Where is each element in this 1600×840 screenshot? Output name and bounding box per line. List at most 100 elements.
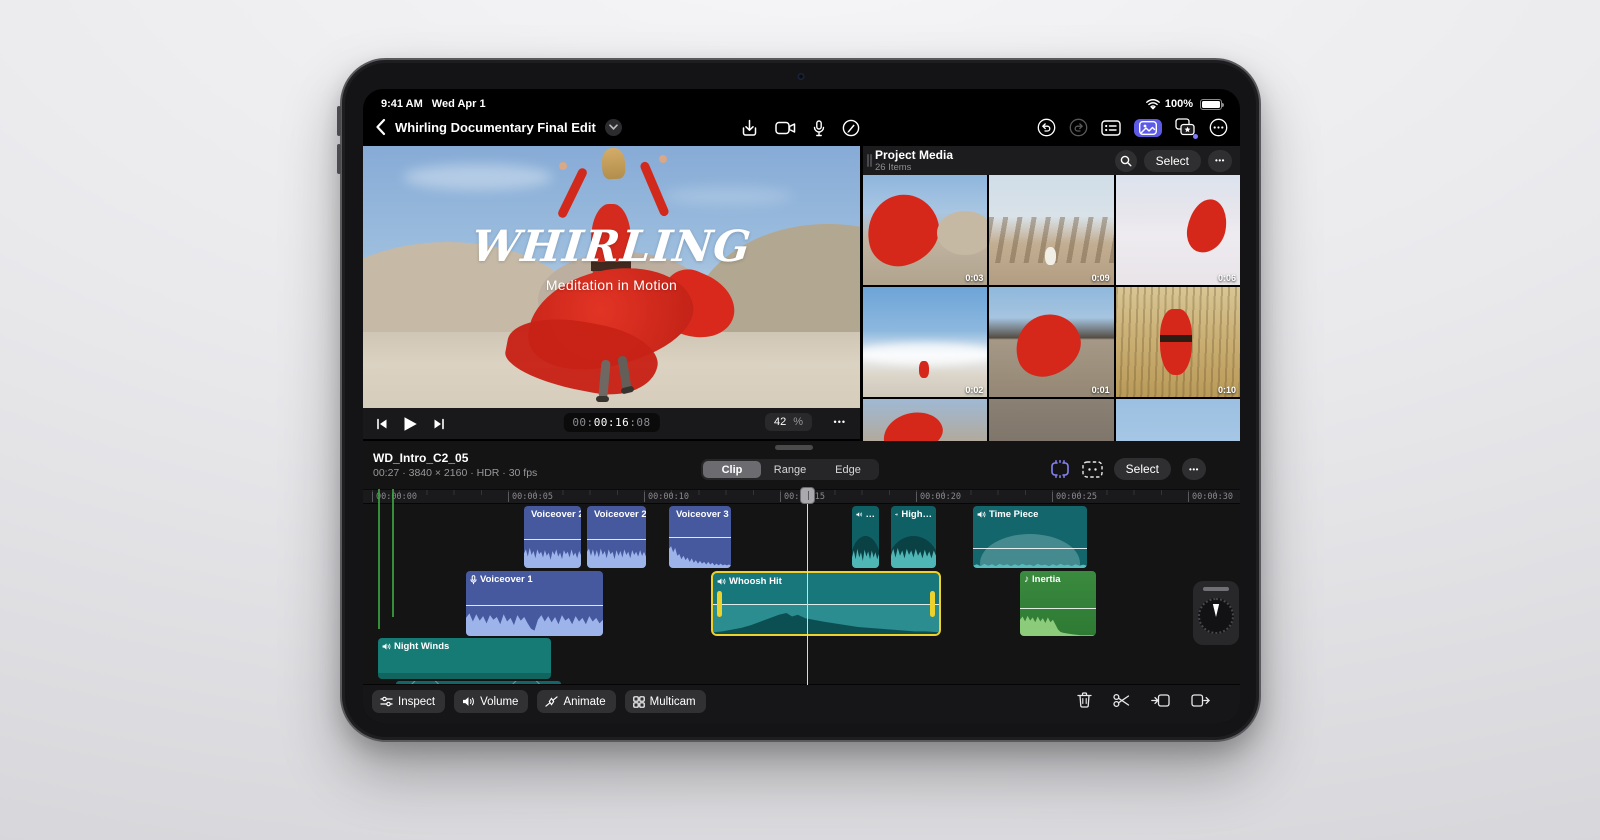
timeline-clip-voiceover2[interactable]: Voiceover 2 — [524, 506, 581, 568]
panel-grabber[interactable] — [867, 154, 869, 167]
timeline-clip-time-piece[interactable]: Time Piece — [973, 506, 1087, 568]
volume-button[interactable]: Volume — [454, 690, 528, 713]
viewer-more-icon[interactable]: ••• — [834, 417, 846, 427]
timeline-clip-name: WD_Intro_C2_05 — [373, 451, 537, 465]
video-title-overlay: WHIRLING — [363, 222, 860, 272]
timeline-clip-inertia[interactable]: ♪Inertia — [1020, 571, 1096, 636]
import-icon[interactable] — [741, 119, 758, 137]
jog-pointer — [1212, 604, 1221, 617]
media-thumbnail[interactable]: 0:06 — [1116, 175, 1240, 285]
browser-list-icon[interactable] — [1101, 120, 1121, 136]
back-chevron-icon[interactable] — [375, 118, 386, 136]
zoom-value: 42 — [774, 416, 786, 428]
media-select-button[interactable]: Select — [1144, 150, 1201, 172]
microphone-icon[interactable] — [813, 120, 825, 137]
media-thumbnail[interactable] — [1116, 399, 1240, 441]
bottom-toolbar: Inspect Volume Animate Multicam — [363, 684, 1240, 723]
audio-icon — [382, 642, 391, 651]
timeline-select-button[interactable]: Select — [1114, 458, 1171, 480]
scissors-icon[interactable] — [1113, 693, 1130, 708]
redo-icon[interactable] — [1069, 118, 1088, 137]
timecode-hours: 00: — [572, 416, 593, 429]
wifi-icon — [1146, 99, 1160, 110]
multicam-button[interactable]: Multicam — [625, 690, 706, 713]
battery-icon — [1200, 99, 1222, 110]
front-camera — [797, 73, 804, 80]
keyframe-icon — [545, 696, 558, 707]
title-chevron-down-icon[interactable] — [605, 119, 622, 136]
timeline-clip-voiceover2[interactable]: Voiceover 2 — [587, 506, 646, 568]
jog-dial[interactable] — [1198, 598, 1234, 634]
timeline-clip-voiceover1[interactable]: Voiceover 1 — [466, 571, 603, 636]
camera-icon[interactable] — [775, 121, 796, 135]
append-clip-icon[interactable] — [1191, 693, 1210, 708]
clip-duration: 0:06 — [1218, 273, 1236, 283]
media-thumbnail[interactable]: 0:09 — [989, 175, 1113, 285]
transport-bar: 00:00:16:08 42 % ••• — [363, 408, 860, 439]
animate-button[interactable]: Animate — [537, 690, 615, 713]
timeline-clip-night-winds[interactable]: Night Winds — [378, 638, 551, 679]
audio-icon — [895, 510, 898, 519]
skip-forward-icon[interactable] — [433, 418, 445, 430]
multicam-frame-icon[interactable] — [1082, 461, 1103, 478]
ruler-label: 00:00:05 — [508, 492, 553, 502]
ruler-label: 00:00:30 — [1188, 492, 1233, 502]
clip-duration: 0:10 — [1218, 385, 1236, 395]
dancer-hand — [659, 155, 667, 163]
trim-handle-left[interactable] — [717, 591, 722, 617]
project-title[interactable]: Whirling Documentary Final Edit — [395, 120, 596, 135]
ipad-device: 9:41 AM Wed Apr 1 100% Whirling Document… — [340, 58, 1261, 742]
skip-back-icon[interactable] — [376, 418, 388, 430]
segment-clip[interactable]: Clip — [703, 461, 761, 478]
trash-icon[interactable] — [1077, 692, 1092, 708]
inspect-button[interactable]: Inspect — [372, 690, 445, 713]
timeline-marker — [392, 489, 394, 617]
connect-clip-icon[interactable] — [1049, 460, 1071, 478]
timeline-marker — [378, 489, 380, 629]
media-thumbnail[interactable] — [989, 399, 1113, 441]
speaker-icon — [462, 696, 475, 707]
timeline-clip-voiceover3[interactable]: Voiceover 3 — [669, 506, 731, 568]
zoom-unit: % — [793, 416, 803, 428]
insert-clip-icon[interactable] — [1151, 693, 1170, 708]
audio-icon — [856, 510, 863, 519]
media-more-icon[interactable]: ••• — [1208, 150, 1232, 172]
jog-slider[interactable] — [1203, 587, 1229, 591]
media-thumbnail[interactable] — [863, 399, 987, 441]
timeline-clip-high[interactable]: High… — [891, 506, 936, 568]
playhead-handle[interactable] — [800, 487, 815, 504]
media-thumbnail[interactable]: 0:02 — [863, 287, 987, 397]
timecode-current: 00:16 — [594, 416, 630, 429]
clip-duration: 0:03 — [965, 273, 983, 283]
undo-icon[interactable] — [1037, 118, 1056, 137]
timeline-clip-info: 00:27 · 3840 × 2160 · HDR · 30 fps — [373, 467, 537, 479]
volume-down-button — [337, 144, 341, 174]
media-item-count: 26 Items — [875, 162, 953, 173]
play-icon[interactable] — [403, 416, 418, 432]
titles-effects-icon[interactable] — [1175, 118, 1196, 137]
notification-dot — [1193, 134, 1198, 139]
media-thumbnail[interactable]: 0:03 — [863, 175, 987, 285]
more-circle-icon[interactable] — [1209, 118, 1228, 137]
trim-handle-right[interactable] — [930, 591, 935, 617]
mic-icon — [470, 575, 477, 585]
panel-resize-handle[interactable] — [775, 445, 813, 450]
audio-icon — [977, 510, 986, 519]
search-icon[interactable] — [1115, 150, 1137, 172]
media-browser-icon-selected[interactable] — [1134, 119, 1162, 137]
playhead-line — [807, 489, 808, 685]
cloud — [403, 164, 553, 190]
pencil-draw-icon[interactable] — [842, 119, 860, 137]
media-thumbnail[interactable]: 0:01 — [989, 287, 1113, 397]
media-thumbnail[interactable]: 0:10 — [1116, 287, 1240, 397]
edit-mode-segmented-control: Clip Range Edge — [701, 459, 879, 480]
clip-duration: 0:01 — [1092, 385, 1110, 395]
timeline-clip-whoosh-hit-selected[interactable]: Whoosh Hit — [711, 571, 941, 636]
timecode-frames: :08 — [629, 416, 650, 429]
timeline-clip-truncated[interactable]: … — [852, 506, 879, 568]
segment-range[interactable]: Range — [761, 461, 819, 478]
timecode-display[interactable]: 00:00:16:08 — [563, 413, 659, 432]
segment-edge[interactable]: Edge — [819, 461, 877, 478]
timeline-more-icon[interactable]: ••• — [1182, 458, 1206, 480]
zoom-level-control[interactable]: 42 % — [765, 413, 812, 431]
